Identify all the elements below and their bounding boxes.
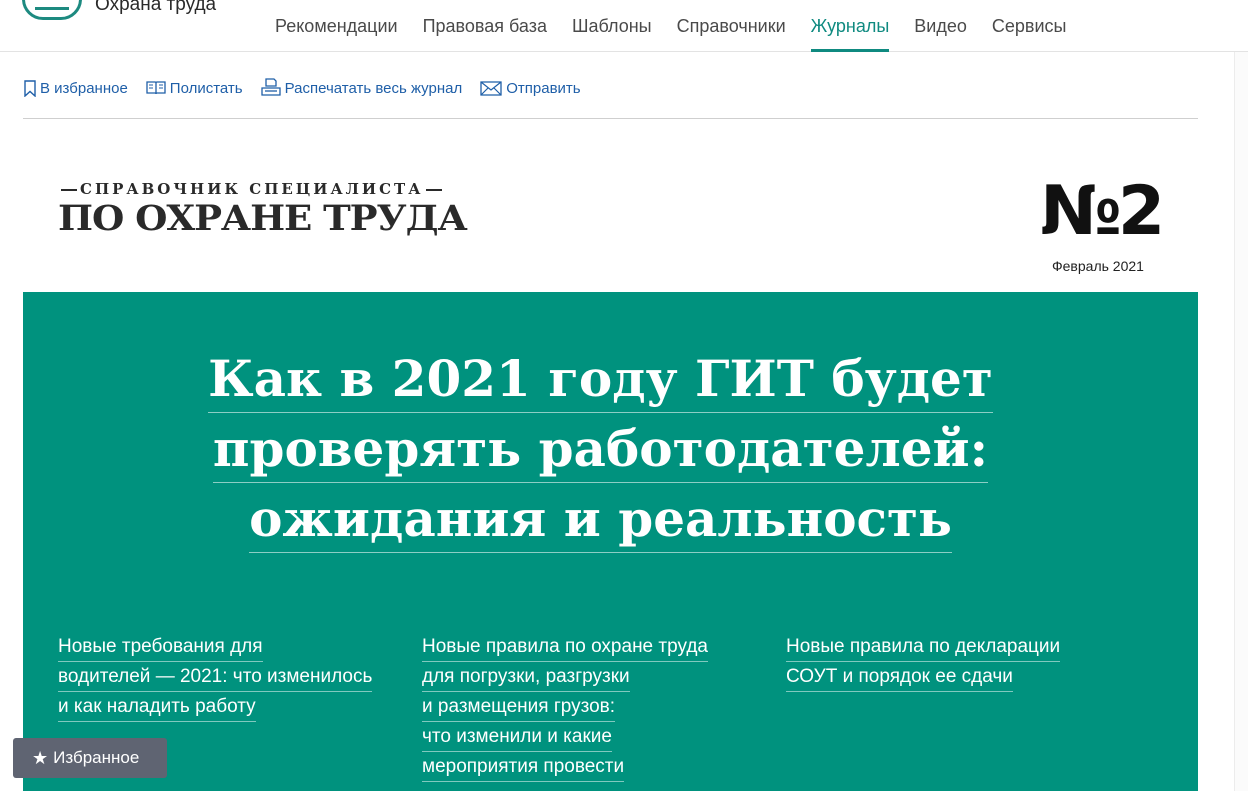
site-header: Охрана труда Рекомендации Правовая база … <box>0 0 1248 52</box>
headline-line[interactable]: ожидания и реальность <box>249 486 952 553</box>
article-line[interactable]: СОУТ и порядок ее сдачи <box>786 663 1013 692</box>
print-journal-label: Распечатать весь журнал <box>284 79 463 97</box>
magazine-subtitle: СПРАВОЧНИК СПЕЦИАЛИСТА <box>58 180 445 198</box>
scrollbar[interactable] <box>1234 52 1248 791</box>
nav-item-templates[interactable]: Шаблоны <box>572 14 652 52</box>
headline-line[interactable]: Как в 2021 году ГИТ будет <box>208 346 993 413</box>
nav-item-services[interactable]: Сервисы <box>992 14 1067 52</box>
cover-block: Как в 2021 году ГИТ будет проверять рабо… <box>23 292 1198 791</box>
cover-headline[interactable]: Как в 2021 году ГИТ будет проверять рабо… <box>23 344 1178 554</box>
article-link-cargo[interactable]: Новые правила по охране труда для погруз… <box>422 632 767 782</box>
send-button[interactable]: Отправить <box>480 79 581 97</box>
star-icon: ★ <box>32 747 49 768</box>
nav-item-recommendations[interactable]: Рекомендации <box>275 14 398 52</box>
send-label: Отправить <box>506 79 581 97</box>
favorites-button[interactable]: ★ Избранное <box>13 738 167 778</box>
logo-icon[interactable] <box>22 0 82 20</box>
article-line[interactable]: мероприятия провести <box>422 753 625 782</box>
logo-text[interactable]: Охрана труда <box>95 0 216 16</box>
print-journal-button[interactable]: Распечатать весь журнал <box>260 78 463 98</box>
article-line[interactable]: и как наладить работу <box>58 693 256 722</box>
issue-number: №2 <box>1040 172 1165 251</box>
article-line[interactable]: и размещения грузов: <box>422 693 616 722</box>
add-to-favorites-label: В избранное <box>40 79 128 97</box>
magazine-title: ПО ОХРАНЕ ТРУДА <box>58 198 468 239</box>
add-to-favorites-button[interactable]: В избранное <box>24 80 128 97</box>
favorites-label: Избранное <box>53 748 140 767</box>
article-line[interactable]: водителей — 2021: что изменилось <box>58 663 373 692</box>
browse-label: Полистать <box>169 79 243 97</box>
nav-item-journals[interactable]: Журналы <box>810 14 889 52</box>
printer-icon <box>260 78 281 96</box>
main-nav: Рекомендации Правовая база Шаблоны Справ… <box>275 14 1091 52</box>
article-line[interactable]: Новые правила по охране труда <box>422 633 708 662</box>
article-line[interactable]: для погрузки, разгрузки <box>422 663 630 692</box>
article-link-drivers[interactable]: Новые требования для водителей — 2021: ч… <box>58 632 403 722</box>
journal-toolbar: В избранное Полистать Распечатать весь ж… <box>24 78 599 98</box>
bookmark-icon <box>24 79 36 97</box>
nav-item-video[interactable]: Видео <box>914 14 967 52</box>
nav-item-reference[interactable]: Справочники <box>677 14 786 52</box>
headline-line[interactable]: проверять работодателей: <box>212 416 989 483</box>
article-line[interactable]: что изменили и какие <box>422 723 612 752</box>
open-book-icon <box>146 81 166 95</box>
article-link-sout[interactable]: Новые правила по декларации СОУТ и поряд… <box>786 632 1131 692</box>
article-line[interactable]: Новые правила по декларации <box>786 633 1061 662</box>
issue-date: Февраль 2021 <box>1052 258 1144 274</box>
article-line[interactable]: Новые требования для <box>58 633 263 662</box>
nav-item-legal-base[interactable]: Правовая база <box>423 14 547 52</box>
toolbar-divider <box>23 118 1198 119</box>
browse-button[interactable]: Полистать <box>146 80 243 97</box>
envelope-icon <box>480 80 502 96</box>
